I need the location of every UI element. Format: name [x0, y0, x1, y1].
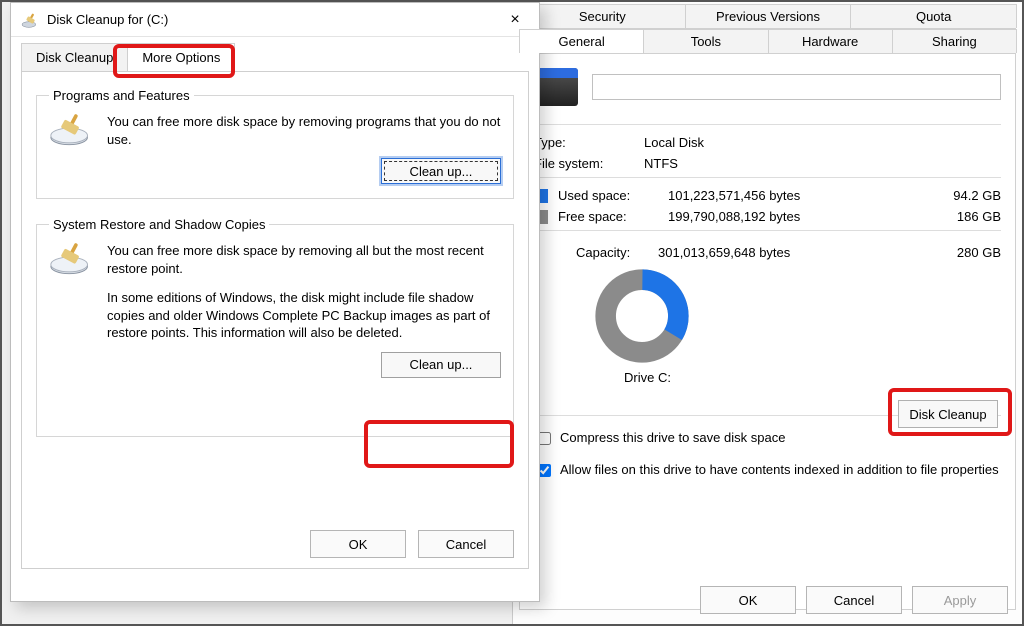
programs-legend: Programs and Features: [49, 88, 194, 103]
compress-label: Compress this drive to save disk space: [560, 430, 785, 445]
disk-cleanup-tabs: Disk Cleanup More Options: [21, 43, 529, 71]
drive-label: Drive C:: [624, 370, 1001, 385]
tab-hardware[interactable]: Hardware: [768, 29, 893, 53]
broom-disk-icon: [49, 113, 93, 147]
tab-previous-versions[interactable]: Previous Versions: [685, 4, 852, 28]
close-icon: ×: [510, 11, 519, 29]
disk-cleanup-ok-button[interactable]: OK: [310, 530, 406, 558]
properties-tabs-row1: Security Previous Versions Quota: [519, 4, 1016, 29]
capacity-human: 280 GB: [931, 245, 1001, 260]
index-label: Allow files on this drive to have conten…: [560, 462, 999, 477]
type-label: Type:: [534, 135, 644, 150]
system-restore-group: System Restore and Shadow Copies You can…: [36, 217, 514, 437]
tab-tools[interactable]: Tools: [643, 29, 768, 53]
properties-tabs-row2: General Tools Hardware Sharing: [519, 29, 1016, 54]
properties-cancel-button[interactable]: Cancel: [806, 586, 902, 614]
disk-cleanup-button[interactable]: Disk Cleanup: [898, 400, 998, 428]
disk-cleanup-titlebar[interactable]: Disk Cleanup for (C:) ×: [11, 3, 539, 37]
restore-cleanup-button[interactable]: Clean up...: [381, 352, 501, 378]
used-space-bytes: 101,223,571,456 bytes: [668, 188, 931, 203]
used-space-human: 94.2 GB: [931, 188, 1001, 203]
properties-apply-button[interactable]: Apply: [912, 586, 1008, 614]
capacity-label: Capacity:: [576, 245, 658, 260]
free-space-human: 186 GB: [931, 209, 1001, 224]
disk-cleanup-title-icon: [21, 11, 39, 29]
tab-general[interactable]: General: [519, 29, 644, 53]
tab-quota[interactable]: Quota: [850, 4, 1017, 28]
broom-disk-icon: [49, 242, 93, 276]
restore-text-2: In some editions of Windows, the disk mi…: [107, 289, 501, 342]
tab-sharing[interactable]: Sharing: [892, 29, 1017, 53]
capacity-donut-chart: [594, 268, 690, 364]
restore-legend: System Restore and Shadow Copies: [49, 217, 269, 232]
drive-properties-window: Security Previous Versions Quota General…: [512, 2, 1022, 624]
disk-cleanup-dialog-buttons: OK Cancel: [310, 530, 514, 558]
filesystem-label: File system:: [534, 156, 644, 171]
programs-and-features-group: Programs and Features You can free more …: [36, 88, 514, 199]
free-space-bytes: 199,790,088,192 bytes: [668, 209, 931, 224]
capacity-bytes: 301,013,659,648 bytes: [658, 245, 931, 260]
properties-ok-button[interactable]: OK: [700, 586, 796, 614]
free-space-label: Free space:: [558, 209, 668, 224]
disk-cleanup-title: Disk Cleanup for (C:): [47, 12, 493, 27]
restore-text-1: You can free more disk space by removing…: [107, 242, 501, 277]
programs-cleanup-button[interactable]: Clean up...: [381, 158, 501, 184]
tab-security[interactable]: Security: [519, 4, 686, 28]
tab-more-options[interactable]: More Options: [127, 43, 235, 71]
properties-dialog-buttons: OK Cancel Apply: [700, 586, 1008, 614]
type-value: Local Disk: [644, 135, 704, 150]
disk-cleanup-cancel-button[interactable]: Cancel: [418, 530, 514, 558]
drive-icon: [534, 68, 578, 106]
disk-cleanup-content: Programs and Features You can free more …: [21, 71, 529, 569]
used-space-label: Used space:: [558, 188, 668, 203]
drive-name-input[interactable]: [592, 74, 1001, 100]
tab-disk-cleanup[interactable]: Disk Cleanup: [21, 43, 128, 71]
properties-body: Type: Local Disk File system: NTFS Used …: [519, 54, 1016, 610]
disk-cleanup-window: Disk Cleanup for (C:) × Disk Cleanup Mor…: [10, 2, 540, 602]
programs-text: You can free more disk space by removing…: [107, 113, 501, 148]
filesystem-value: NTFS: [644, 156, 678, 171]
